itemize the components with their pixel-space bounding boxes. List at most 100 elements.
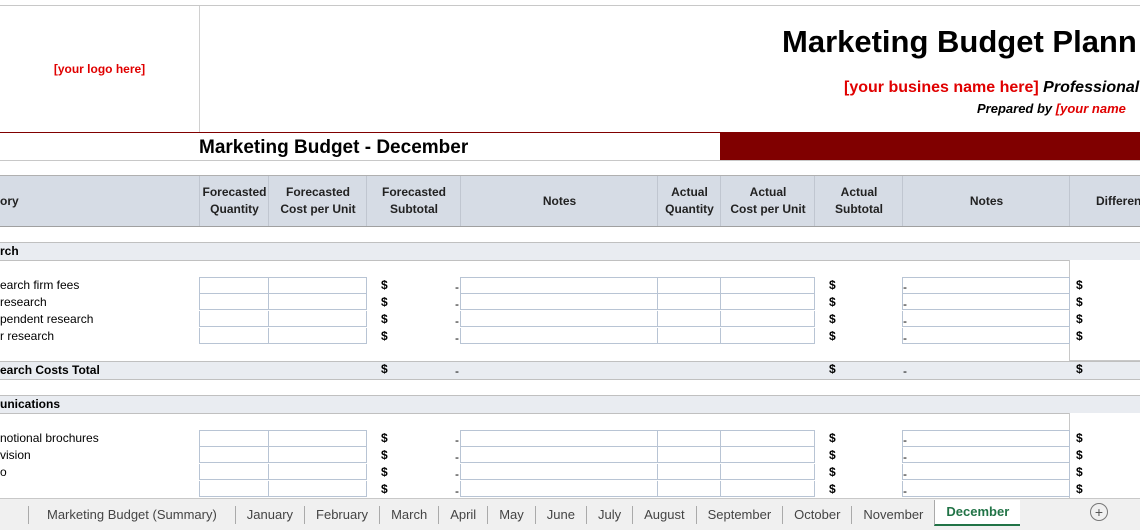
currency-symbol: $ [1076, 431, 1083, 445]
input-cell[interactable] [902, 294, 1070, 310]
currency-symbol: $ [829, 295, 836, 309]
input-cell[interactable] [460, 481, 658, 497]
column-header: Differen [1069, 176, 1140, 226]
currency-symbol: $ [1076, 465, 1083, 479]
input-cell[interactable] [657, 294, 721, 310]
input-cell[interactable] [720, 277, 815, 294]
column-header-row: ory Forecasted Quantity Forecasted Cost pe… [0, 175, 1140, 227]
input-cell[interactable] [902, 464, 1070, 480]
value: - [455, 433, 459, 447]
input-cell[interactable] [657, 328, 721, 344]
line-item-label: research [0, 295, 47, 309]
sheet-tab[interactable]: September [695, 505, 783, 524]
currency-symbol: $ [829, 329, 836, 343]
sheet-tab[interactable]: March [379, 505, 438, 524]
value: - [903, 467, 907, 481]
input-cell[interactable] [902, 311, 1070, 327]
input-cell[interactable] [657, 430, 721, 447]
input-cell[interactable] [460, 464, 658, 480]
input-cell[interactable] [657, 311, 721, 327]
line-item-label: earch firm fees [0, 278, 80, 292]
preparer-name: [your name [1055, 101, 1126, 116]
business-name: [your busines name here] [844, 79, 1039, 96]
input-cell[interactable] [268, 481, 367, 497]
currency-symbol: $ [1076, 295, 1083, 309]
input-cell[interactable] [460, 447, 658, 463]
input-cell[interactable] [902, 481, 1070, 497]
sheet-tabs: Marketing Budget (Summary) January Februar… [0, 498, 1140, 530]
sheet-tab[interactable]: August [632, 505, 695, 524]
prepared-by-label: Prepared by [977, 101, 1053, 116]
input-cell[interactable] [268, 464, 367, 480]
section-header: rch [0, 242, 1140, 261]
input-cell[interactable] [268, 277, 367, 294]
input-cell[interactable] [720, 447, 815, 463]
section-total-row: earch Costs Total [0, 361, 1140, 380]
currency-symbol: $ [381, 278, 388, 292]
column-header: ory [0, 193, 19, 208]
sheet-tab[interactable]: January [234, 505, 304, 524]
currency-symbol: $ [381, 295, 388, 309]
input-cell[interactable] [657, 481, 721, 497]
input-cell[interactable] [902, 277, 1070, 294]
input-cell[interactable] [199, 481, 269, 497]
input-cell[interactable] [199, 294, 269, 310]
sheet-tab[interactable]: July [585, 505, 632, 524]
total-value: - [903, 364, 907, 378]
input-cell[interactable] [460, 328, 658, 344]
input-cell[interactable] [902, 447, 1070, 463]
sheet-tab[interactable]: June [534, 505, 586, 524]
sheet-tab[interactable]: Marketing Budget (Summary) [28, 505, 235, 524]
input-cell[interactable] [720, 481, 815, 497]
input-cell[interactable] [199, 277, 269, 294]
input-cell[interactable] [199, 328, 269, 344]
currency-symbol: $ [381, 329, 388, 343]
value: - [455, 297, 459, 311]
value: - [903, 433, 907, 447]
input-cell[interactable] [657, 447, 721, 463]
input-cell[interactable] [902, 328, 1070, 344]
value: - [455, 280, 459, 294]
sheet-tab[interactable]: February [304, 505, 379, 524]
column-header: Actual Cost per Unit [720, 176, 815, 226]
input-cell[interactable] [268, 447, 367, 463]
prepared-line: Prepared by [your name [977, 101, 1126, 116]
input-cell[interactable] [199, 430, 269, 447]
input-cell[interactable] [460, 294, 658, 310]
column-header: Forecasted Cost per Unit [268, 176, 367, 226]
input-cell[interactable] [657, 464, 721, 480]
sheet-tab[interactable]: May [487, 505, 535, 524]
input-cell[interactable] [902, 430, 1070, 447]
value: - [455, 484, 459, 498]
line-item-label: r research [0, 329, 55, 343]
add-sheet-icon[interactable]: + [1090, 503, 1108, 521]
input-cell[interactable] [268, 328, 367, 344]
sheet-tab[interactable]: October [782, 505, 851, 524]
currency-symbol: $ [829, 278, 836, 292]
input-cell[interactable] [460, 311, 658, 327]
currency-symbol: $ [829, 431, 836, 445]
input-cell[interactable] [268, 311, 367, 327]
currency-symbol: $ [829, 312, 836, 326]
input-cell[interactable] [199, 464, 269, 480]
business-line: [your busines name here] Professional [844, 79, 1139, 97]
line-item-label: notional brochures [0, 431, 99, 445]
value: - [455, 331, 459, 345]
input-cell[interactable] [199, 447, 269, 463]
sheet-tab[interactable]: December [934, 499, 1021, 526]
sheet-tab[interactable]: November [851, 505, 934, 524]
input-cell[interactable] [720, 294, 815, 310]
input-cell[interactable] [460, 430, 658, 447]
input-cell[interactable] [268, 430, 367, 447]
currency-symbol: $ [1076, 312, 1083, 326]
sheet-tab[interactable]: April [438, 505, 487, 524]
input-cell[interactable] [268, 294, 367, 310]
input-cell[interactable] [720, 311, 815, 327]
input-cell[interactable] [720, 464, 815, 480]
input-cell[interactable] [657, 277, 721, 294]
input-cell[interactable] [460, 277, 658, 294]
sheet-title: Marketing Budget - December [199, 137, 469, 158]
input-cell[interactable] [199, 311, 269, 327]
input-cell[interactable] [720, 328, 815, 344]
input-cell[interactable] [720, 430, 815, 447]
